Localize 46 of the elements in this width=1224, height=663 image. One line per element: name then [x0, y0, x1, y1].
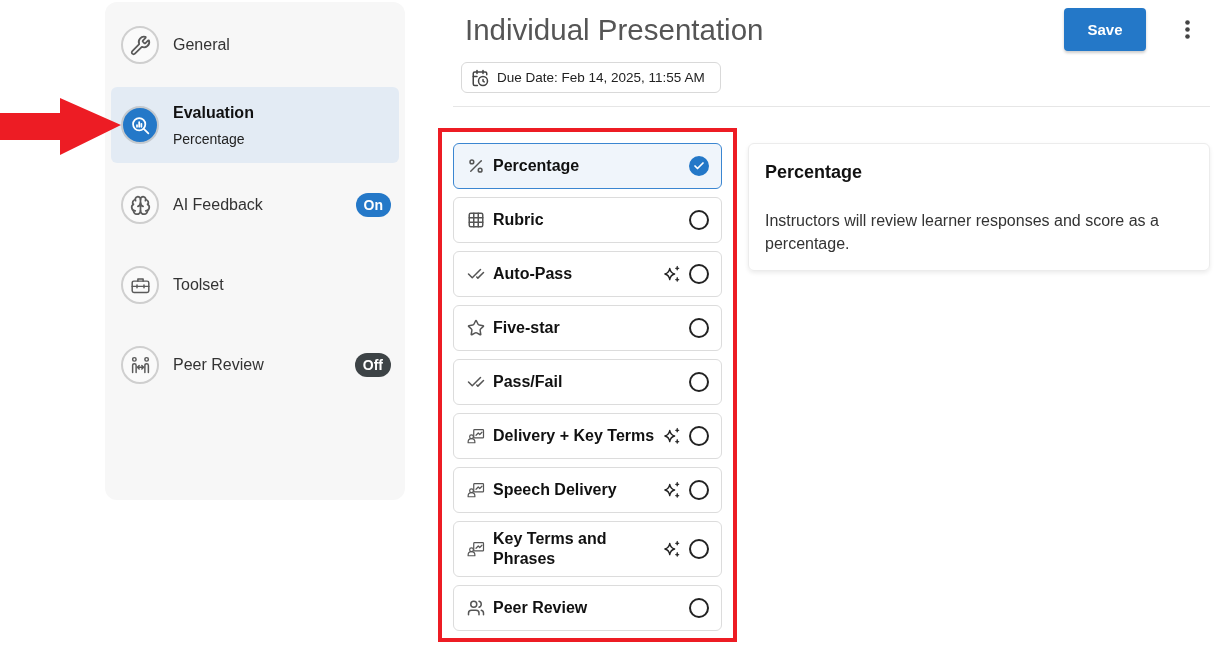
radio-button[interactable]: [689, 372, 709, 392]
radio-button[interactable]: [689, 426, 709, 446]
evaluation-option[interactable]: Percentage: [453, 143, 722, 189]
radio-button[interactable]: [689, 598, 709, 618]
radio-button[interactable]: [689, 264, 709, 284]
page-title: Individual Presentation: [465, 12, 764, 48]
check-icon: [693, 160, 705, 172]
grid-icon: [467, 211, 485, 229]
presenter-icon: [467, 481, 485, 499]
evaluation-option[interactable]: Rubric: [453, 197, 722, 243]
radio-button[interactable]: [689, 156, 709, 176]
sidebar-item[interactable]: AI Feedback On: [111, 167, 399, 243]
brain-icon: [121, 186, 159, 224]
calendar-clock-icon: [471, 68, 489, 87]
status-badge: On: [355, 193, 391, 217]
sidebar-item[interactable]: General: [111, 7, 399, 83]
radio-button[interactable]: [689, 210, 709, 230]
status-badge: Off: [354, 353, 391, 377]
chart-search-icon: [121, 106, 159, 144]
evaluation-option[interactable]: Speech Delivery: [453, 467, 722, 513]
star-icon: [467, 319, 485, 337]
people-exchange-icon: [121, 346, 159, 384]
sidebar-item[interactable]: Peer Review Off: [111, 327, 399, 403]
percent-icon: [467, 157, 485, 175]
users-icon: [467, 599, 485, 617]
evaluation-option[interactable]: Pass/Fail: [453, 359, 722, 405]
evaluation-option[interactable]: Auto-Pass: [453, 251, 722, 297]
more-vertical-icon: [1184, 20, 1190, 39]
presenter-icon: [467, 427, 485, 445]
evaluation-option[interactable]: Five-star: [453, 305, 722, 351]
radio-button[interactable]: [689, 318, 709, 338]
save-button[interactable]: Save: [1064, 8, 1146, 51]
sidebar-item[interactable]: Evaluation Percentage: [111, 87, 399, 163]
sidebar-item[interactable]: Toolset: [111, 247, 399, 323]
toolbox-icon: [121, 266, 159, 304]
evaluation-option[interactable]: Peer Review: [453, 585, 722, 631]
due-date-chip[interactable]: Due Date: Feb 14, 2025, 11:55 AM: [461, 62, 721, 93]
card-title: Percentage: [765, 161, 864, 184]
evaluation-option[interactable]: Key Terms and Phrases: [453, 521, 722, 577]
wrench-icon: [121, 26, 159, 64]
radio-button[interactable]: [689, 539, 709, 559]
radio-button[interactable]: [689, 480, 709, 500]
presenter-icon: [467, 540, 485, 558]
arrow-icon: [0, 98, 121, 156]
evaluation-option[interactable]: Delivery + Key Terms: [453, 413, 722, 459]
card-description: Instructors will review learner responses and score as a percentage.: [765, 211, 1160, 254]
